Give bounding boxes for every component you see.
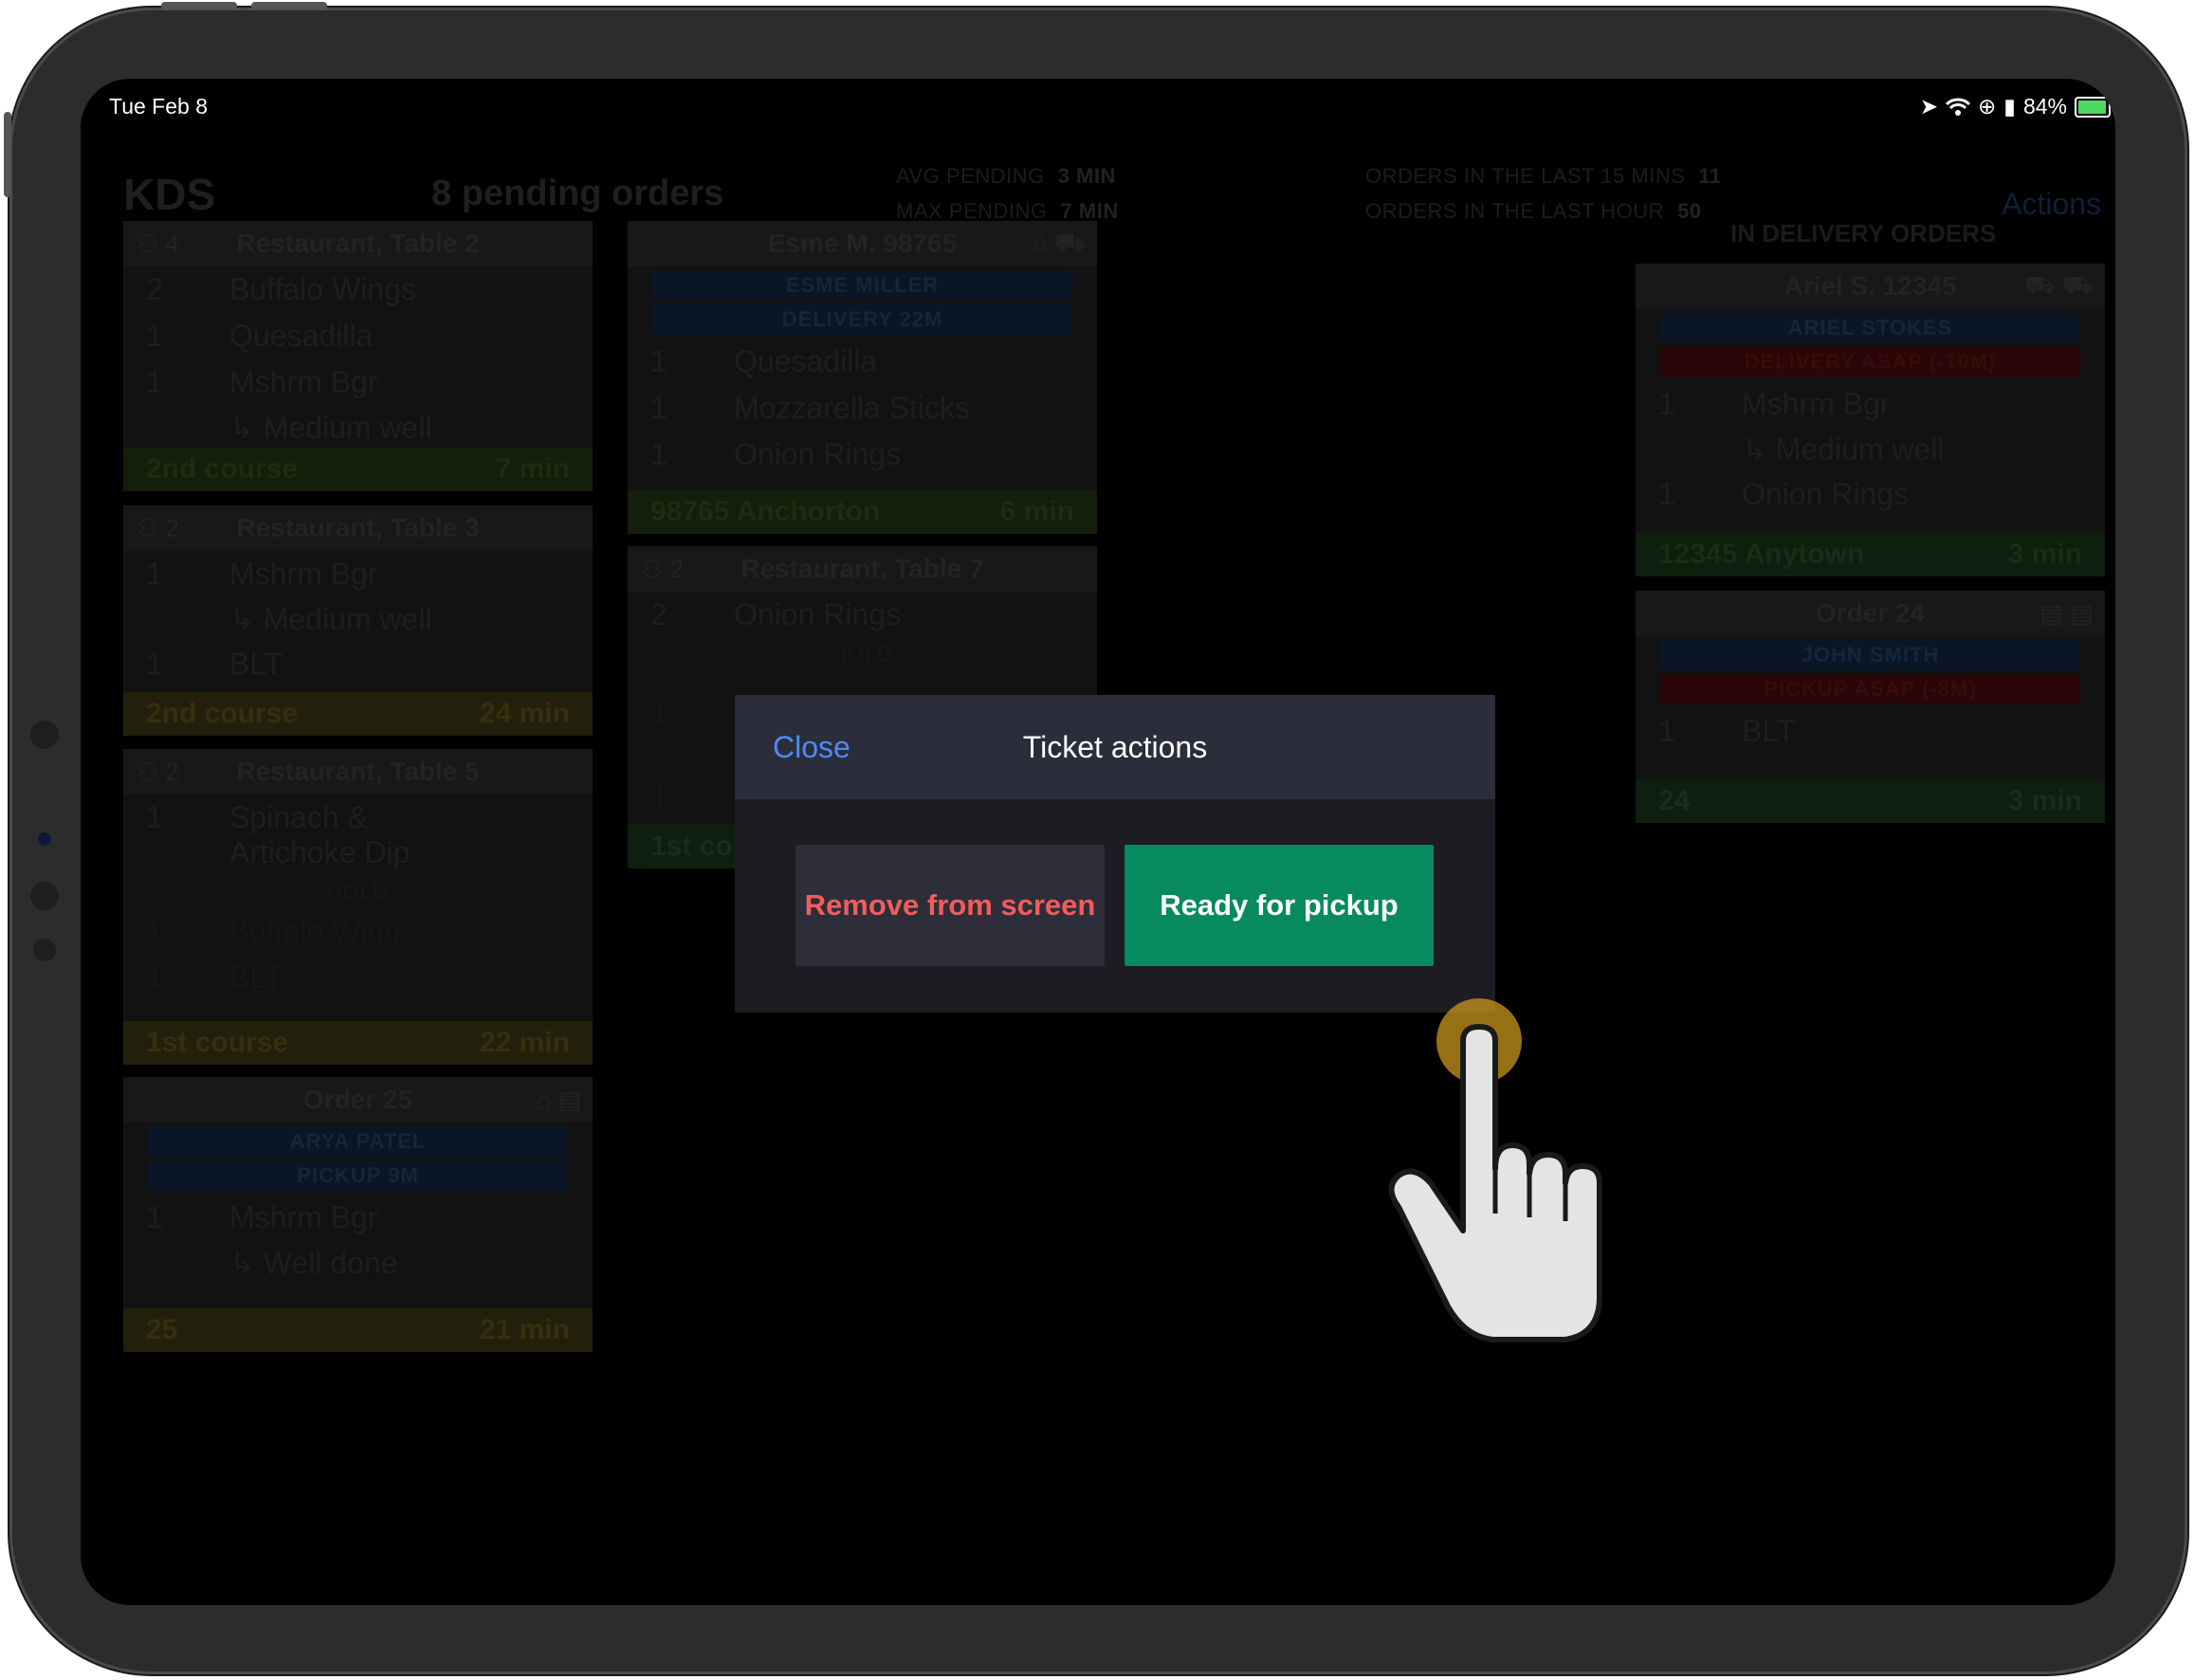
list-item: 1 Quesadilla bbox=[146, 319, 374, 353]
orders-hour-stat: ORDERS IN THE LAST HOUR 50 bbox=[1365, 199, 1702, 223]
sensor-dot bbox=[30, 721, 59, 749]
location-icon: ➤ bbox=[1919, 94, 1938, 119]
ticket-title: Restaurant, Table 3 bbox=[236, 513, 480, 542]
status-date: Tue Feb 8 bbox=[109, 94, 208, 119]
delivery-icon: ⛟ ⛟ bbox=[2024, 269, 2094, 299]
list-item: 1 Quesadilla bbox=[650, 344, 878, 378]
camera-lens bbox=[38, 832, 51, 846]
list-item: 1 Mozzarella Sticks bbox=[650, 391, 970, 425]
ticket-footer: 98765 Anchorton 6 min bbox=[628, 490, 1097, 534]
pickup-icon: ⌂ ▤ bbox=[536, 1085, 582, 1114]
status-icons: ➤ ⊕ ▮ 84% bbox=[1920, 94, 2111, 119]
list-item: 1 Buffalo Wings bbox=[146, 914, 416, 948]
ticket-order-25[interactable]: Order 25 ⌂ ▤ ARYA PATEL PICKUP 9M 1 Mshrm … bbox=[123, 1077, 593, 1352]
avg-pending-stat: AVG PENDING 3 MIN bbox=[896, 164, 1116, 188]
actions-link[interactable]: Actions bbox=[2002, 187, 2101, 222]
delivery-badge: DELIVERY ASAP (-10M) bbox=[1660, 347, 2080, 377]
guests-icon: ⚇ 2 bbox=[137, 757, 180, 786]
pickup-badge: PICKUP ASAP (-8M) bbox=[1660, 674, 2080, 704]
app-title: KDS bbox=[123, 170, 216, 219]
ticket-table-2[interactable]: ⚇ 4 Restaurant, Table 2 2 Buffalo Wings 1Q… bbox=[123, 221, 593, 491]
volume-button bbox=[251, 2, 327, 9]
list-item: 1 Mshrm Bgr bbox=[146, 557, 378, 591]
ticket-footer: 12345 Anytown 3 min bbox=[1636, 533, 2105, 576]
list-item: 1 Mshrm Bgr bbox=[1658, 387, 1891, 421]
list-item: 1 Onion Rings bbox=[650, 437, 902, 471]
pickup-badge: PICKUP 9M bbox=[148, 1160, 568, 1191]
lock-icon: ▮ bbox=[2003, 94, 2016, 119]
ticket-actions-modal: Close Ticket actions Remove from screen … bbox=[735, 695, 1495, 1013]
power-button bbox=[4, 112, 11, 197]
ticket-title: Restaurant, Table 2 bbox=[236, 228, 480, 258]
ticket-table-5[interactable]: ⚇ 2 Restaurant, Table 5 1 Spinach & Artich… bbox=[123, 749, 593, 1065]
ticket-title: Order 24 bbox=[1815, 598, 1926, 628]
list-item: 1 Spinach & bbox=[146, 800, 368, 834]
pointing-hand-icon bbox=[1388, 998, 1602, 1342]
customer-badge: ARIEL STOKES bbox=[1660, 313, 2080, 343]
status-bar: Tue Feb 8 ➤ ⊕ ▮ 84% bbox=[81, 88, 2115, 119]
customer-badge: ARYA PATEL bbox=[148, 1126, 568, 1157]
orders-15-stat: ORDERS IN THE LAST 15 MINS 11 bbox=[1365, 164, 1722, 188]
ticket-footer: 25 21 min bbox=[123, 1308, 593, 1352]
hold-label: HOLD bbox=[831, 642, 894, 666]
ticket-footer: 1st course 22 min bbox=[123, 1021, 593, 1065]
wifi-icon bbox=[1946, 98, 1970, 116]
in-delivery-title: IN DELIVERY ORDERS bbox=[1730, 219, 1997, 247]
ticket-footer: 2nd course 7 min bbox=[123, 447, 593, 491]
delivery-icon: ⌂ ⛟ bbox=[1033, 227, 1086, 256]
list-item: Artichoke Dip bbox=[229, 835, 411, 869]
list-item: 2 Buffalo Wings bbox=[146, 272, 416, 306]
ready-for-pickup-button[interactable]: Ready for pickup bbox=[1125, 845, 1434, 966]
ticket-esme[interactable]: Esme M. 98765 ⌂ ⛟ ESME MILLER DELIVERY 22… bbox=[628, 221, 1097, 534]
ticket-ariel[interactable]: Ariel S. 12345 ⛟ ⛟ ARIEL STOKES DELIVERY … bbox=[1636, 264, 2105, 576]
battery-icon bbox=[2075, 96, 2111, 118]
guests-icon: ⚇ 4 bbox=[137, 228, 180, 258]
remove-from-screen-button[interactable]: Remove from screen bbox=[796, 845, 1105, 966]
orientation-lock-icon: ⊕ bbox=[1978, 94, 1997, 119]
screen: Tue Feb 8 ➤ ⊕ ▮ 84% KDS 8 pending orders… bbox=[81, 79, 2115, 1605]
guests-icon: ⚇ 2 bbox=[641, 554, 685, 583]
list-item: 1 Mshrm Bgr bbox=[146, 1200, 378, 1234]
list-item: 1 BLT bbox=[146, 960, 284, 995]
ticket-title: Restaurant, Table 7 bbox=[741, 554, 984, 583]
list-item: 1 BLT bbox=[1658, 714, 1796, 748]
ticket-title: Restaurant, Table 5 bbox=[236, 757, 480, 786]
pickup-icon: ▤ ▤ bbox=[2040, 598, 2094, 628]
guests-icon: ⚇ 2 bbox=[137, 513, 180, 542]
ticket-table-3[interactable]: ⚇ 2 Restaurant, Table 3 1 Mshrm Bgr ↳ Medi… bbox=[123, 505, 593, 736]
ticket-title: Order 25 bbox=[302, 1085, 413, 1114]
battery-percent: 84% bbox=[2022, 94, 2067, 119]
item-modifier: ↳ Well done bbox=[229, 1246, 398, 1280]
list-item: 1 BLT bbox=[146, 647, 284, 681]
ticket-order-24[interactable]: Order 24 ▤ ▤ JOHN SMITH PICKUP ASAP (-8M)… bbox=[1636, 591, 2105, 823]
sensor-dot bbox=[30, 882, 59, 910]
ticket-footer: 24 3 min bbox=[1636, 779, 2105, 823]
ticket-footer: 2nd course 24 min bbox=[123, 692, 593, 736]
delivery-badge: DELIVERY 22M bbox=[652, 304, 1072, 335]
hold-label: HOLD bbox=[326, 880, 390, 904]
item-modifier: ↳ Medium well bbox=[229, 411, 432, 445]
volume-button bbox=[161, 2, 237, 9]
pending-count: 8 pending orders bbox=[431, 173, 724, 213]
ticket-title: Esme M. 98765 bbox=[767, 228, 958, 258]
sensor-dot bbox=[33, 939, 56, 961]
item-modifier: ↳ Medium well bbox=[229, 602, 432, 636]
modal-header: Close Ticket actions bbox=[735, 695, 1495, 799]
item-modifier: ↳ Medium well bbox=[1742, 432, 1945, 466]
list-item: 2 Onion Rings bbox=[650, 597, 902, 631]
modal-title: Ticket actions bbox=[1022, 730, 1208, 764]
list-item: 1 Onion Rings bbox=[1658, 477, 1910, 511]
list-item: 1 Mshrm Bgr bbox=[146, 365, 378, 399]
customer-badge: JOHN SMITH bbox=[1660, 640, 2080, 670]
customer-badge: ESME MILLER bbox=[652, 270, 1072, 301]
ticket-title: Ariel S. 12345 bbox=[1783, 271, 1957, 301]
